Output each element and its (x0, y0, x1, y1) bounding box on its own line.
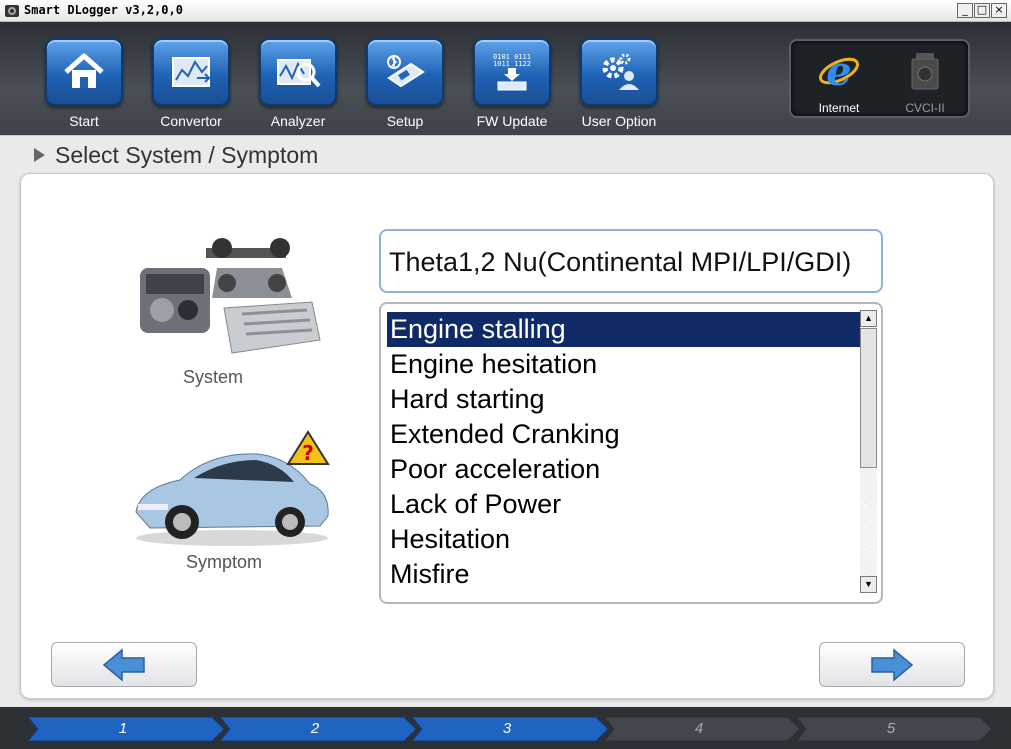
symptom-label: Symptom (186, 552, 263, 572)
svg-text:?: ? (302, 441, 314, 465)
convertor-label: Convertor (160, 113, 222, 129)
progress-step: 3 (412, 717, 609, 741)
user-option-label: User Option (581, 113, 657, 129)
analyzer-button[interactable]: Analyzer (253, 38, 343, 133)
system-image (140, 238, 321, 354)
symptom-items: Engine stalling Engine hesitation Hard sta… (387, 312, 863, 592)
symptom-item[interactable]: Misfire (387, 557, 863, 592)
arrow-left-icon (102, 647, 145, 682)
user-option-button[interactable]: User Option (574, 38, 664, 133)
progress-step-label: 4 (694, 720, 704, 737)
internet-toggle[interactable]: e Internet (795, 43, 883, 116)
progress-step-label: 3 (502, 720, 512, 737)
scroll-down-button[interactable]: ▼ (860, 576, 877, 593)
play-arrow-icon (34, 148, 45, 162)
analyzer-icon (277, 59, 321, 88)
title-bar: Smart DLogger v3,2,0,0 _ □ × (0, 0, 1011, 22)
progress-step: 2 (220, 717, 417, 741)
home-icon (64, 53, 104, 88)
symptom-item[interactable]: Extended Cranking (387, 417, 863, 452)
app-icon (5, 5, 19, 17)
cvci-toggle[interactable]: CVCI-II (881, 43, 969, 116)
progress-step-label: 5 (886, 720, 896, 737)
next-button[interactable] (819, 642, 965, 687)
internet-label: Internet (818, 101, 860, 115)
progress-step: 1 (28, 717, 225, 741)
progress-step-label: 1 (118, 720, 128, 737)
symptom-car-image: ? (135, 430, 330, 546)
device-panel: e Internet CVCI-II (789, 39, 970, 118)
symptom-item[interactable]: Lack of Power (387, 487, 863, 522)
system-label: System (183, 367, 244, 387)
scroll-up-button[interactable]: ▲ (860, 310, 877, 327)
setup-button[interactable]: Setup (360, 38, 450, 133)
start-label: Start (69, 113, 99, 129)
page-title: Select System / Symptom (55, 142, 319, 168)
start-button[interactable]: Start (39, 38, 129, 133)
arrow-right-icon (871, 647, 914, 682)
scroll-thumb[interactable] (860, 328, 877, 468)
progress-step: 5 (796, 717, 993, 741)
restore-button[interactable]: □ (974, 3, 990, 18)
fw-update-label: FW Update (476, 113, 548, 129)
chip-download-icon: 0101 0111 1011 1122 (493, 53, 531, 91)
vci-device-icon (911, 53, 939, 90)
convertor-icon (172, 57, 212, 87)
system-value: Theta1,2 Nu(Continental MPI/LPI/GDI) (389, 247, 852, 277)
symptom-item[interactable]: Engine stalling (387, 312, 863, 347)
symptom-listbox[interactable]: Engine stalling Engine hesitation Hard sta… (379, 302, 883, 604)
window-title: Smart DLogger v3,2,0,0 (24, 3, 183, 17)
system-selector[interactable]: Theta1,2 Nu(Continental MPI/LPI/GDI) (379, 229, 883, 293)
symptom-item[interactable]: Poor acceleration (387, 452, 863, 487)
analyzer-label: Analyzer (270, 113, 326, 129)
progress-step-label: 2 (310, 720, 320, 737)
fw-bits-line-2: 1011 1122 (493, 60, 531, 68)
cvci-label: CVCI-II (905, 101, 945, 115)
setup-label: Setup (386, 113, 424, 129)
main-toolbar: Start Convertor Analyzer Setup 0101 0111… (0, 22, 1011, 135)
close-button[interactable]: × (991, 3, 1007, 18)
page-header: Select System / Symptom (0, 135, 1011, 172)
symptom-item[interactable]: Hard starting (387, 382, 863, 417)
back-button[interactable] (51, 642, 197, 687)
minimize-button[interactable]: _ (957, 3, 973, 18)
convertor-button[interactable]: Convertor (146, 38, 236, 133)
setup-icon (387, 55, 425, 88)
progress-step: 4 (604, 717, 801, 741)
symptom-scrollbar[interactable]: ▲ ▼ (860, 310, 877, 593)
svg-text:e: e (826, 49, 851, 93)
symptom-item[interactable]: Engine hesitation (387, 347, 863, 382)
user-gear-icon (602, 53, 639, 90)
step-progress-bar: 1 2 3 4 5 (0, 707, 1011, 749)
fw-update-button[interactable]: 0101 0111 1011 1122 FW Update (467, 38, 557, 133)
internet-explorer-icon: e (818, 48, 860, 95)
symptom-item[interactable]: Hesitation (387, 522, 863, 557)
